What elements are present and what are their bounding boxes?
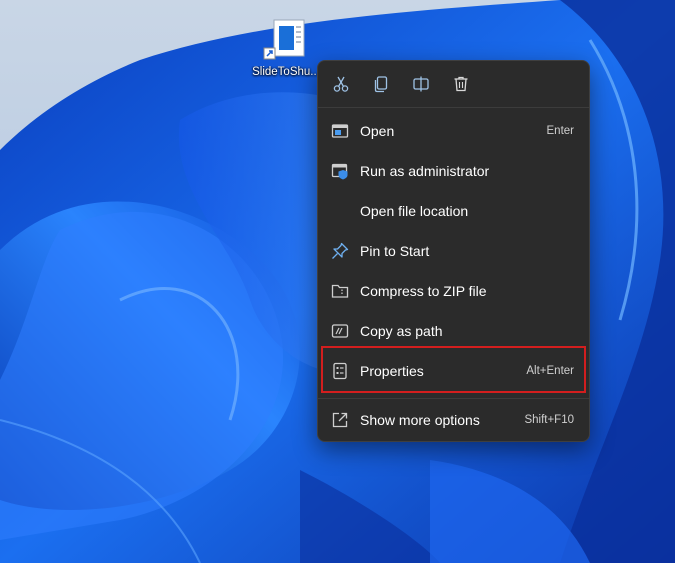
- menu-item-label: Copy as path: [360, 323, 443, 339]
- pin-icon: [332, 242, 349, 259]
- menu-item-pin-to-start[interactable]: Pin to Start: [322, 233, 585, 269]
- context-menu: Open Enter Run as administrator Open fil…: [317, 60, 590, 442]
- desktop-shortcut[interactable]: SlideToShu...: [250, 14, 322, 84]
- rename-icon: [413, 76, 429, 92]
- menu-item-properties[interactable]: Properties Alt+Enter: [322, 353, 585, 389]
- menu-item-shortcut: Enter: [546, 125, 575, 137]
- copy-icon: [374, 76, 388, 93]
- menu-divider: [318, 398, 589, 399]
- menu-item-label: Pin to Start: [360, 243, 430, 259]
- scissors-icon: [333, 76, 349, 92]
- properties-icon: [333, 362, 347, 380]
- menu-item-open-file-location[interactable]: Open file location: [322, 193, 585, 229]
- menu-item-compress-to-zip[interactable]: Compress to ZIP file: [322, 273, 585, 309]
- shortcut-label: SlideToShu...: [252, 66, 320, 78]
- menu-item-label: Open: [360, 123, 395, 139]
- menu-item-label: Open file location: [360, 203, 469, 219]
- menu-item-label: Properties: [360, 363, 424, 379]
- copy-button[interactable]: [366, 70, 396, 98]
- menu-item-label: Show more options: [360, 412, 480, 428]
- toolbar-divider: [318, 107, 589, 108]
- menu-item-show-more-options[interactable]: Show more options Shift+F10: [322, 402, 585, 438]
- delete-button[interactable]: [446, 70, 476, 98]
- rename-button[interactable]: [406, 70, 436, 98]
- context-menu-toolbar: [318, 61, 589, 107]
- cut-button[interactable]: [326, 70, 356, 98]
- copy-path-icon: [331, 324, 349, 338]
- trash-icon: [454, 76, 468, 92]
- menu-item-copy-as-path[interactable]: Copy as path: [322, 313, 585, 349]
- menu-item-open[interactable]: Open Enter: [322, 113, 585, 149]
- menu-item-shortcut: Alt+Enter: [526, 365, 574, 377]
- more-options-icon: [332, 412, 348, 428]
- menu-item-shortcut: Shift+F10: [524, 414, 574, 426]
- menu-item-label: Run as administrator: [360, 163, 490, 179]
- zip-folder-icon: [331, 284, 349, 298]
- shortcut-file-icon: [263, 19, 305, 60]
- menu-item-label: Compress to ZIP file: [360, 283, 487, 299]
- open-window-icon: [331, 124, 349, 138]
- menu-item-run-as-administrator[interactable]: Run as administrator: [322, 153, 585, 189]
- shield-window-icon: [331, 163, 348, 180]
